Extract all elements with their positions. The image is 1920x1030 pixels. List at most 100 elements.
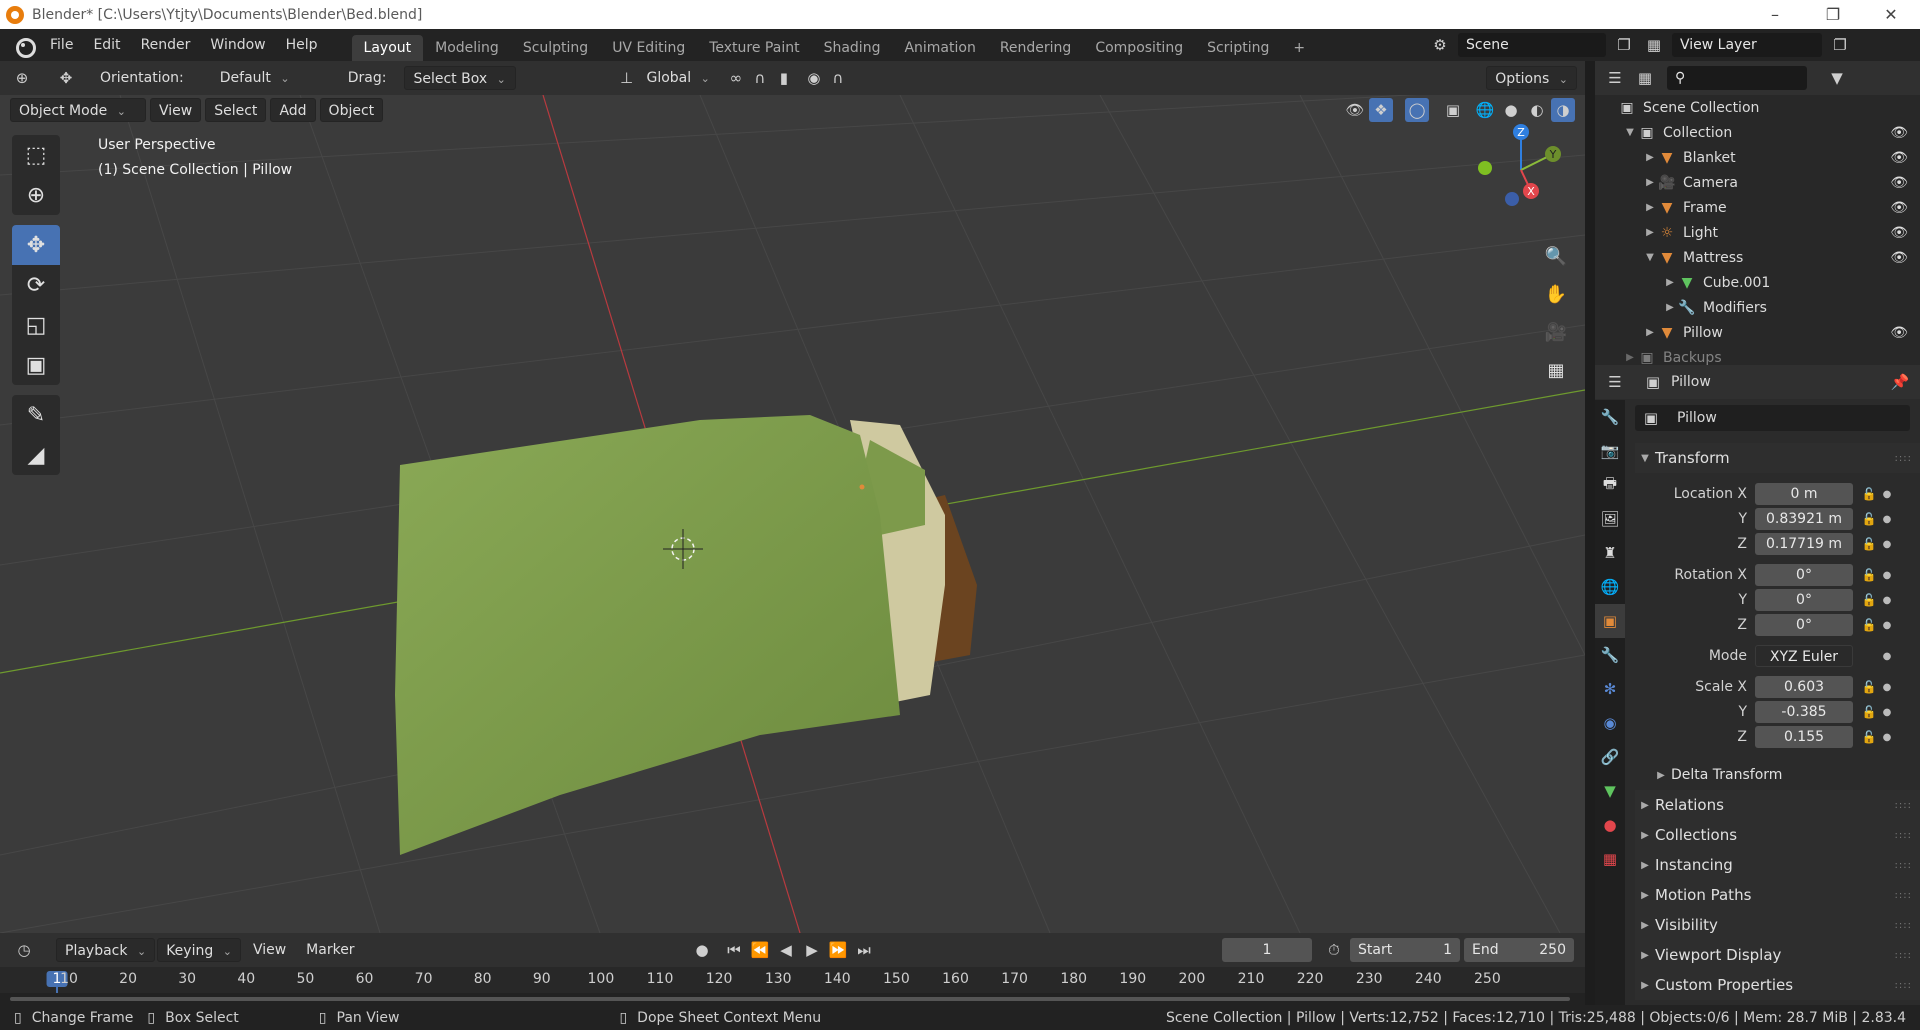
rotation-y-field[interactable]: 0°	[1755, 589, 1853, 611]
object-name-field[interactable]: ▣ Pillow	[1635, 405, 1910, 431]
global-orientation-icon[interactable]: ⊥	[614, 66, 638, 90]
scale-y-field[interactable]: -0.385	[1755, 701, 1853, 723]
proportional-edit-icon[interactable]: ◉	[802, 66, 826, 90]
filter-icon[interactable]: ▼	[1825, 66, 1849, 90]
view-layer-tab-icon[interactable]: 🖼	[1595, 502, 1625, 536]
lock-icon[interactable]: 🔓	[1859, 705, 1879, 719]
outliner-row-cube-001[interactable]: ▶ ▼ Cube.001	[1595, 270, 1920, 295]
constraints-tab-icon[interactable]: 🔗	[1595, 740, 1625, 774]
expand-arrow-icon[interactable]: ▶	[1663, 277, 1677, 288]
visibility-eye-icon[interactable]: 👁	[1890, 150, 1908, 166]
close-icon[interactable]: ✕	[1862, 0, 1920, 29]
tab-sculpting[interactable]: Sculpting	[511, 35, 600, 61]
timeline-view-menu[interactable]: View	[245, 938, 294, 962]
snap-icon[interactable]: ∩	[748, 66, 772, 90]
lock-icon[interactable]: 🔓	[1859, 618, 1879, 632]
drag-dropdown[interactable]: Select Box	[404, 66, 517, 90]
playback-menu[interactable]: Playback	[56, 938, 156, 962]
pan-hand-icon[interactable]: ✋	[1540, 278, 1572, 310]
keyframe-dot-icon[interactable]: ●	[1879, 539, 1895, 550]
location-x-field[interactable]: 0 m	[1755, 483, 1853, 505]
prev-keyframe-icon[interactable]: ⏪	[748, 938, 772, 962]
outliner-search-input[interactable]: ⚲	[1667, 66, 1807, 90]
tab-rendering[interactable]: Rendering	[988, 35, 1084, 61]
physics-tab-icon[interactable]: ◉	[1595, 706, 1625, 740]
keying-menu[interactable]: Keying	[157, 938, 241, 962]
keyframe-dot-icon[interactable]: ●	[1879, 707, 1895, 718]
outliner-row-camera[interactable]: ▶ 🎥 Camera 👁	[1595, 170, 1920, 195]
viewport-menu-add[interactable]: Add	[270, 98, 316, 122]
keyframe-dot-icon[interactable]: ●	[1879, 620, 1895, 631]
minimize-icon[interactable]: –	[1746, 0, 1804, 29]
expand-arrow-icon[interactable]: ▶	[1623, 352, 1637, 363]
menu-edit[interactable]: Edit	[83, 29, 130, 61]
object-mode-dropdown[interactable]: Object Mode	[10, 98, 146, 122]
timeline-editor-type-icon[interactable]: ◷	[12, 938, 36, 962]
orientation-dropdown[interactable]: Default	[212, 66, 330, 90]
section-motion-paths[interactable]: ▶ Motion Paths::::	[1635, 880, 1920, 910]
start-frame-field[interactable]: Start 1	[1350, 938, 1460, 962]
marker-menu[interactable]: Marker	[298, 938, 362, 962]
tab-scripting[interactable]: Scripting	[1195, 35, 1281, 61]
solid-shading-icon[interactable]: ●	[1499, 98, 1523, 122]
play-reverse-icon[interactable]: ◀	[774, 938, 798, 962]
section-collections[interactable]: ▶ Collections::::	[1635, 820, 1920, 850]
pin-icon[interactable]: 📌	[1888, 370, 1912, 394]
tab-layout[interactable]: Layout	[351, 35, 424, 61]
material-tab-icon[interactable]: ●	[1595, 808, 1625, 842]
view-layer-icon[interactable]: ▦	[1642, 33, 1666, 57]
outliner-row-modifiers[interactable]: ▶ 🔧 Modifiers	[1595, 295, 1920, 320]
outliner-editor-type-icon[interactable]: ☰	[1603, 66, 1627, 90]
visibility-eye-icon[interactable]: 👁	[1890, 175, 1908, 191]
section-instancing[interactable]: ▶ Instancing::::	[1635, 850, 1920, 880]
select-box-tool[interactable]: ⬚	[12, 135, 60, 175]
rotation-mode-field[interactable]: XYZ Euler	[1755, 645, 1853, 667]
lock-icon[interactable]: 🔓	[1859, 680, 1879, 694]
display-mode-icon[interactable]: ▦	[1633, 66, 1657, 90]
move-tool[interactable]: ✥	[12, 225, 60, 265]
expand-arrow-icon[interactable]: ▶	[1643, 202, 1657, 213]
modifiers-tab-icon[interactable]: 🔧	[1595, 638, 1625, 672]
transform-orientation-dropdown[interactable]: Global	[638, 66, 717, 90]
rotation-z-field[interactable]: 0°	[1755, 614, 1853, 636]
frame-rate-icon[interactable]: ⏱	[1322, 938, 1346, 962]
blender-menu-icon[interactable]	[12, 34, 36, 58]
world-tab-icon[interactable]: 🌐	[1595, 570, 1625, 604]
new-scene-icon[interactable]: ❐	[1612, 33, 1636, 57]
tab-texture-paint[interactable]: Texture Paint	[697, 35, 811, 61]
section-viewport-display[interactable]: ▶ Viewport Display::::	[1635, 940, 1920, 970]
expand-arrow-icon[interactable]: ▶	[1643, 152, 1657, 163]
particles-tab-icon[interactable]: ✻	[1595, 672, 1625, 706]
add-workspace-button[interactable]: +	[1281, 35, 1317, 61]
blanket-mesh[interactable]	[395, 415, 900, 855]
tab-modeling[interactable]: Modeling	[423, 35, 511, 61]
lock-icon[interactable]: 🔓	[1859, 537, 1879, 551]
outliner-row-backups[interactable]: ▶ ▣ Backups	[1595, 345, 1920, 366]
scale-z-field[interactable]: 0.155	[1755, 726, 1853, 748]
lock-icon[interactable]: 🔓	[1859, 512, 1879, 526]
scene-selector[interactable]: Scene	[1458, 33, 1606, 57]
rotate-tool[interactable]: ⟳	[12, 265, 60, 305]
ortho-toggle-icon[interactable]: ▦	[1540, 354, 1572, 386]
annotate-tool[interactable]: ✎	[12, 395, 60, 435]
lock-icon[interactable]: 🔓	[1859, 487, 1879, 501]
3d-viewport[interactable]: User Perspective (1) Scene Collection | …	[0, 95, 1585, 933]
location-y-field[interactable]: 0.83921 m	[1755, 508, 1853, 530]
zoom-icon[interactable]: 🔍	[1540, 240, 1572, 272]
menu-file[interactable]: File	[40, 29, 83, 61]
keyframe-dot-icon[interactable]: ●	[1879, 651, 1895, 662]
texture-tab-icon[interactable]: ▦	[1595, 842, 1625, 876]
viewport-menu-view[interactable]: View	[150, 98, 202, 122]
visibility-eye-icon[interactable]: 👁	[1890, 200, 1908, 216]
expand-arrow-icon[interactable]: ▶	[1643, 327, 1657, 338]
material-shading-icon[interactable]: ◐	[1525, 98, 1549, 122]
end-frame-field[interactable]: End 250	[1464, 938, 1574, 962]
record-icon[interactable]: ●	[690, 938, 714, 962]
navigation-gizmo[interactable]: Z Y X	[1465, 120, 1565, 210]
options-dropdown[interactable]: Options	[1486, 66, 1577, 90]
tab-shading[interactable]: Shading	[812, 35, 893, 61]
outliner-row-scene-collection[interactable]: ▣ Scene Collection	[1595, 95, 1920, 120]
new-view-layer-icon[interactable]: ❐	[1828, 33, 1852, 57]
scene-tab-icon[interactable]: ♜	[1595, 536, 1625, 570]
outliner-row-blanket[interactable]: ▶ ▼ Blanket 👁	[1595, 145, 1920, 170]
